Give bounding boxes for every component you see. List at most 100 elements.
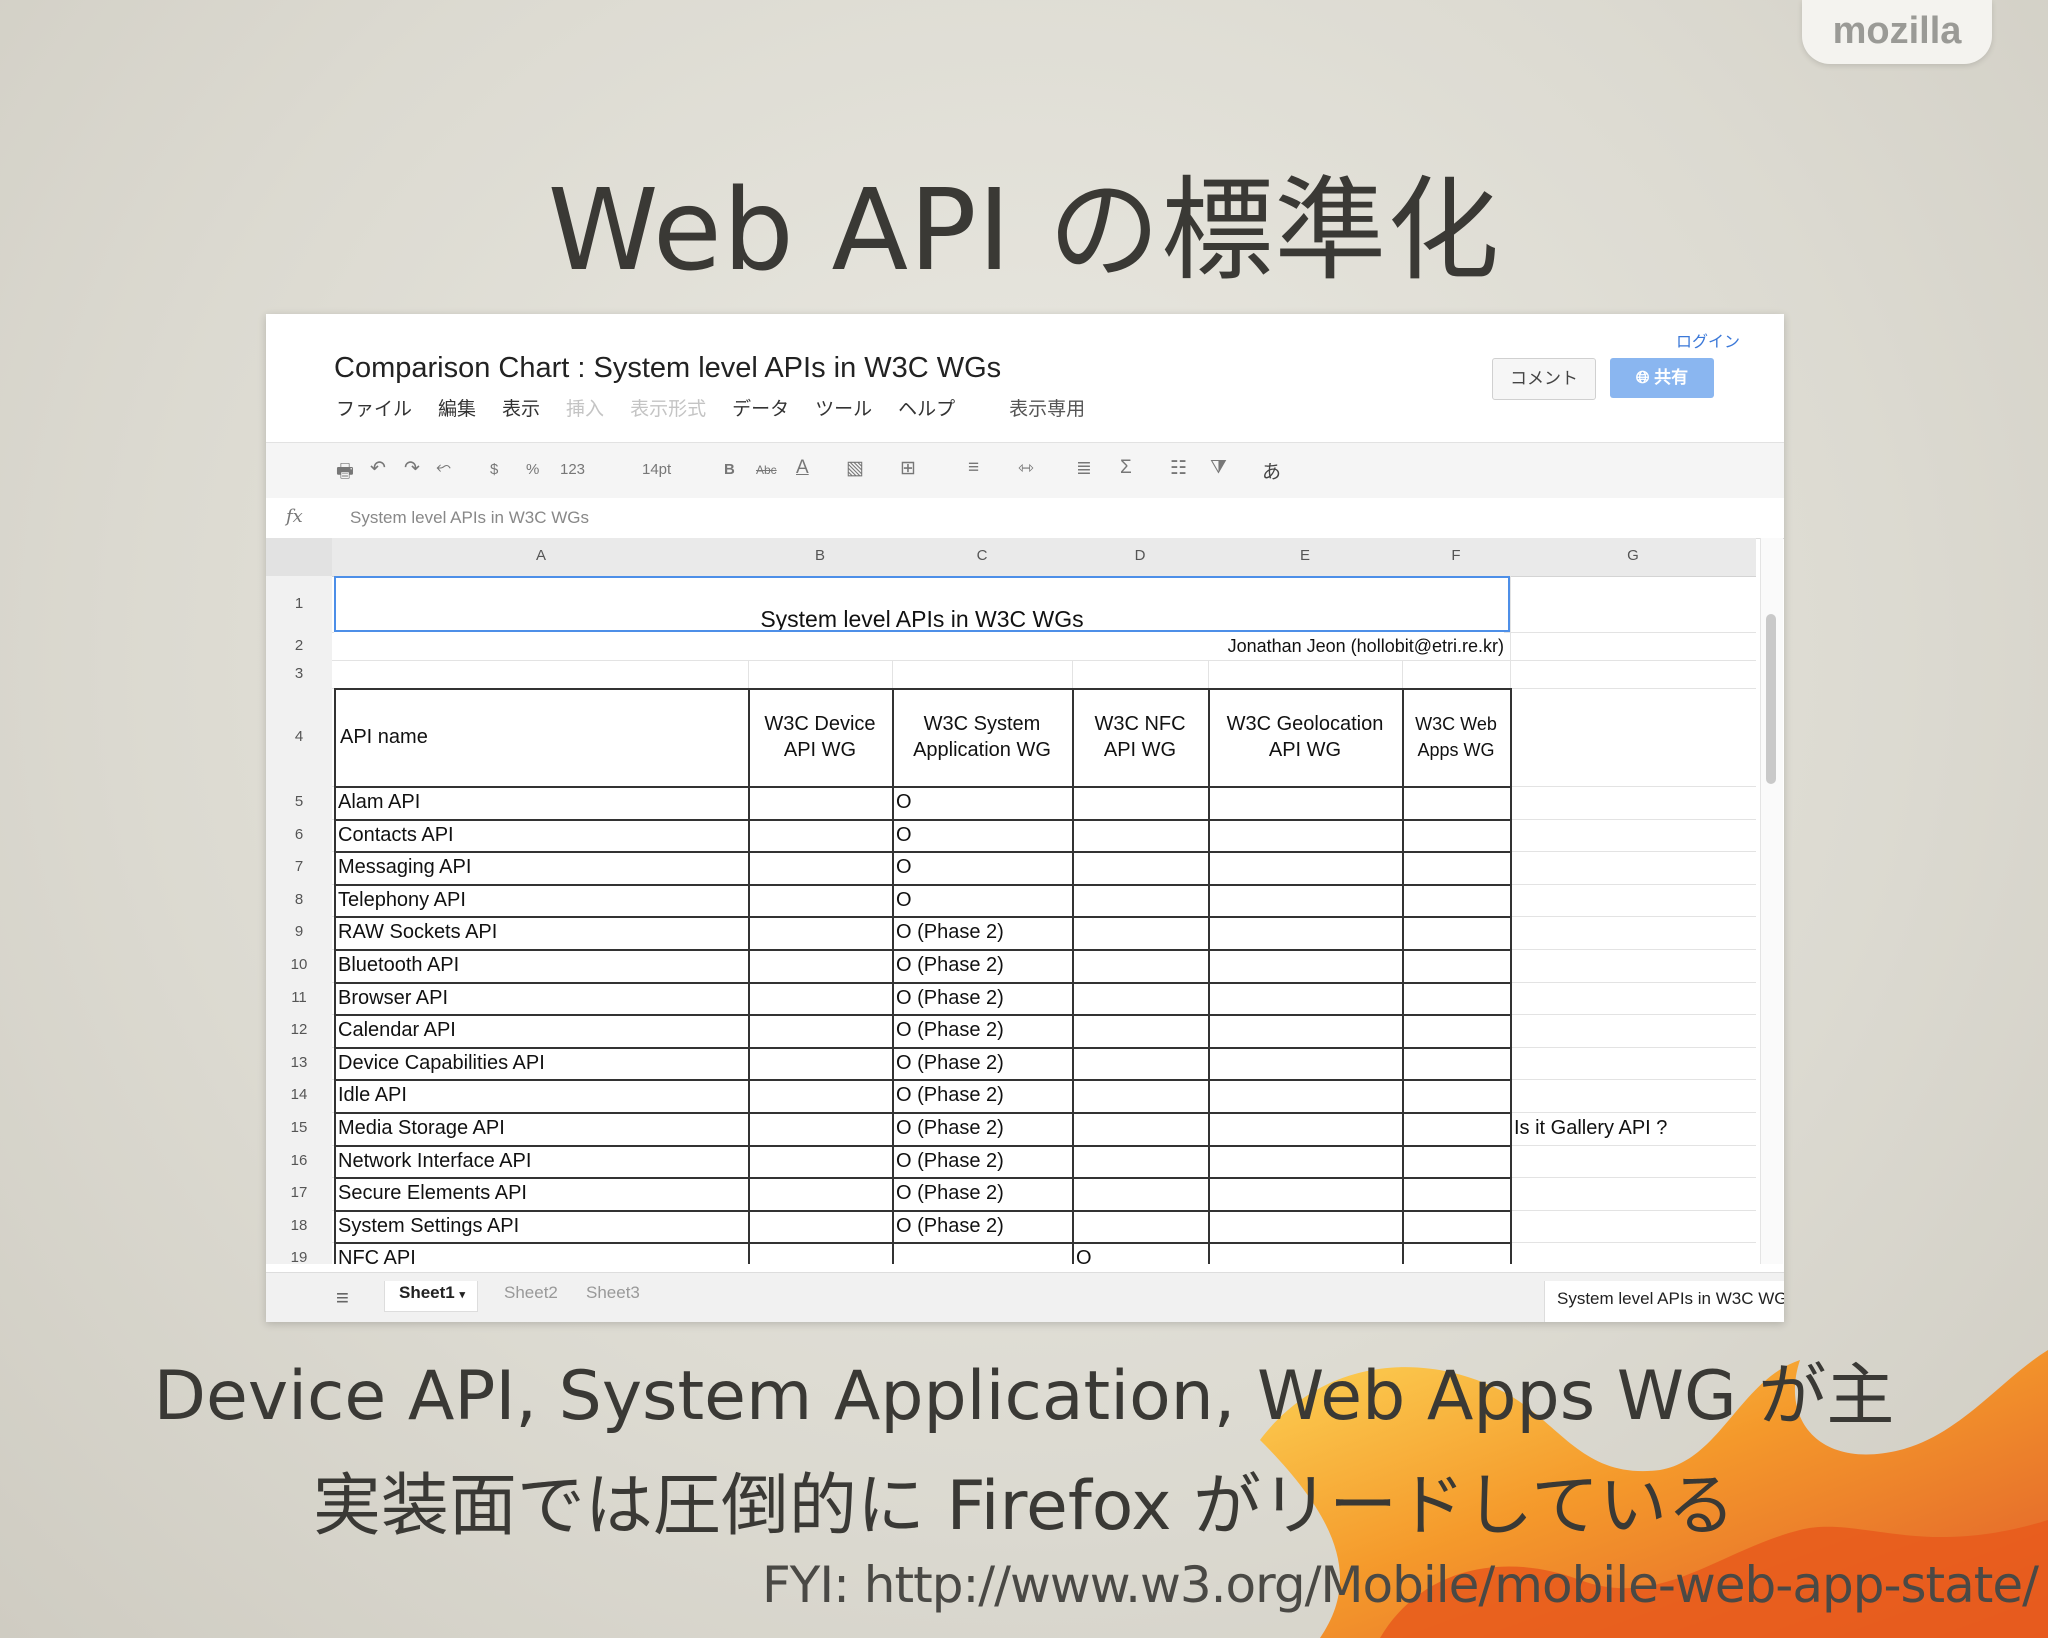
note-cell[interactable] xyxy=(1514,1079,1756,1112)
fill-color-icon[interactable]: ▧ xyxy=(846,457,864,480)
nfc-wg-cell[interactable] xyxy=(1076,819,1206,852)
nfc-wg-cell[interactable] xyxy=(1076,949,1206,982)
nfc-wg-cell[interactable] xyxy=(1076,1210,1206,1243)
menu-item[interactable]: 編集 xyxy=(438,394,476,421)
sheet-title-cell[interactable]: System level APIs in W3C WGs xyxy=(334,576,1510,632)
menu-item[interactable]: 表示形式 xyxy=(630,394,706,421)
api-name-cell[interactable]: Calendar API xyxy=(338,1014,746,1047)
note-cell[interactable] xyxy=(1514,916,1756,949)
system-app-wg-cell[interactable]: O xyxy=(896,819,1070,852)
note-cell[interactable] xyxy=(1514,1145,1756,1178)
system-app-wg-cell[interactable]: O (Phase 2) xyxy=(896,1112,1070,1145)
note-cell[interactable] xyxy=(1514,851,1756,884)
row-header[interactable]: 17 xyxy=(266,1177,332,1211)
system-app-wg-cell[interactable]: O (Phase 2) xyxy=(896,1210,1070,1243)
column-header[interactable]: G xyxy=(1510,547,1756,564)
scrollbar-thumb[interactable] xyxy=(1766,614,1776,784)
system-app-wg-cell[interactable]: O (Phase 2) xyxy=(896,1145,1070,1178)
input-tools-button[interactable]: あ xyxy=(1262,457,1281,484)
document-title[interactable]: Comparison Chart : System level APIs in … xyxy=(334,352,1001,385)
api-name-cell[interactable]: Browser API xyxy=(338,982,746,1015)
sheet-tab-3[interactable]: Sheet3 xyxy=(586,1283,640,1303)
system-app-wg-cell[interactable]: O (Phase 2) xyxy=(896,916,1070,949)
wrap-text-icon[interactable]: ≣ xyxy=(1076,457,1092,480)
borders-icon[interactable]: ⊞ xyxy=(900,457,916,480)
note-cell[interactable] xyxy=(1514,819,1756,852)
api-name-cell[interactable]: NFC API xyxy=(338,1242,746,1264)
column-header[interactable]: D xyxy=(1072,547,1208,564)
chart-icon[interactable]: ☷ xyxy=(1170,457,1187,480)
row-header[interactable]: 19 xyxy=(266,1242,332,1264)
nfc-wg-cell[interactable] xyxy=(1076,1079,1206,1112)
api-name-cell[interactable]: Contacts API xyxy=(338,819,746,852)
all-sheets-icon[interactable]: ≡ xyxy=(336,1285,349,1311)
currency-button[interactable]: $ xyxy=(490,461,498,478)
system-app-wg-cell[interactable]: O (Phase 2) xyxy=(896,1014,1070,1047)
system-app-wg-cell[interactable]: O xyxy=(896,786,1070,819)
row-header[interactable]: 8 xyxy=(266,883,332,918)
select-all-corner[interactable] xyxy=(266,538,332,576)
row-header[interactable]: 14 xyxy=(266,1079,332,1113)
column-header[interactable]: A xyxy=(334,547,748,564)
column-header[interactable]: B xyxy=(748,547,892,564)
functions-button[interactable]: Σ xyxy=(1120,457,1132,479)
system-app-wg-cell[interactable]: O xyxy=(896,884,1070,917)
chevron-down-icon[interactable]: ▾ xyxy=(459,1289,465,1301)
note-cell[interactable] xyxy=(1514,949,1756,982)
api-name-cell[interactable]: System Settings API xyxy=(338,1210,746,1243)
note-cell[interactable] xyxy=(1514,982,1756,1015)
nfc-wg-cell[interactable] xyxy=(1076,1112,1206,1145)
row-header[interactable]: 10 xyxy=(266,949,332,983)
row-header[interactable]: 2 xyxy=(266,632,332,661)
row-header[interactable]: 11 xyxy=(266,981,332,1016)
system-app-wg-cell[interactable]: O (Phase 2) xyxy=(896,1079,1070,1112)
system-app-wg-cell[interactable]: O (Phase 2) xyxy=(896,1047,1070,1080)
system-app-wg-cell[interactable]: O xyxy=(896,851,1070,884)
column-header[interactable]: C xyxy=(892,547,1072,564)
note-cell[interactable] xyxy=(1514,1177,1756,1210)
row-header[interactable]: 15 xyxy=(266,1112,332,1146)
nfc-wg-cell[interactable] xyxy=(1076,916,1206,949)
api-name-cell[interactable]: Idle API xyxy=(338,1079,746,1112)
spreadsheet-grid[interactable]: 1 2 3 4 5 6 7 8 9 10 11 12 13 14 15 16 17 18 19 System leve… xyxy=(266,576,1756,1264)
font-size-select[interactable]: 14pt xyxy=(642,461,671,478)
row-header[interactable]: 7 xyxy=(266,851,332,885)
system-app-wg-cell[interactable]: O (Phase 2) xyxy=(896,982,1070,1015)
note-cell[interactable]: Is it Gallery API ? xyxy=(1514,1112,1756,1145)
formula-input[interactable]: System level APIs in W3C WGs xyxy=(350,508,589,528)
bold-button[interactable]: B xyxy=(724,461,735,478)
system-app-wg-cell[interactable]: O (Phase 2) xyxy=(896,949,1070,982)
note-cell[interactable] xyxy=(1514,1242,1756,1264)
fyi-link[interactable]: FYI: http://www.w3.org/Mobile/mobile-web… xyxy=(762,1556,2039,1614)
api-name-cell[interactable]: Device Capabilities API xyxy=(338,1047,746,1080)
row-header[interactable]: 5 xyxy=(266,786,332,820)
menu-item[interactable]: ヘルプ xyxy=(898,394,955,421)
column-header[interactable]: F xyxy=(1402,547,1510,564)
api-name-cell[interactable]: Messaging API xyxy=(338,851,746,884)
print-icon[interactable]: 🖶︎ xyxy=(336,457,354,489)
sheet-tab-1[interactable]: Sheet1 ▾ xyxy=(384,1281,479,1312)
column-header[interactable]: E xyxy=(1208,547,1402,564)
api-name-cell[interactable]: RAW Sockets API xyxy=(338,916,746,949)
system-app-wg-cell[interactable] xyxy=(896,1242,1070,1264)
nfc-wg-cell[interactable] xyxy=(1076,982,1206,1015)
nfc-wg-cell[interactable] xyxy=(1076,1014,1206,1047)
nfc-wg-cell[interactable]: O xyxy=(1076,1242,1206,1264)
row-header[interactable]: 3 xyxy=(266,660,332,689)
comment-button[interactable]: コメント xyxy=(1492,358,1596,400)
menu-item[interactable]: ファイル xyxy=(336,394,412,421)
menu-item[interactable]: ツール xyxy=(815,394,872,421)
menu-item[interactable]: データ xyxy=(732,394,789,421)
redo-icon[interactable]: ↷ xyxy=(404,457,420,480)
strikethrough-button[interactable]: Abc xyxy=(756,463,777,477)
login-link[interactable]: ログイン xyxy=(1676,328,1740,352)
row-header[interactable]: 12 xyxy=(266,1014,332,1048)
api-name-cell[interactable]: Secure Elements API xyxy=(338,1177,746,1210)
nfc-wg-cell[interactable] xyxy=(1076,1047,1206,1080)
nfc-wg-cell[interactable] xyxy=(1076,786,1206,819)
note-cell[interactable] xyxy=(1514,1210,1756,1243)
note-cell[interactable] xyxy=(1514,1014,1756,1047)
api-name-cell[interactable]: Bluetooth API xyxy=(338,949,746,982)
row-header[interactable]: 4 xyxy=(266,688,332,787)
row-header[interactable]: 6 xyxy=(266,818,332,853)
